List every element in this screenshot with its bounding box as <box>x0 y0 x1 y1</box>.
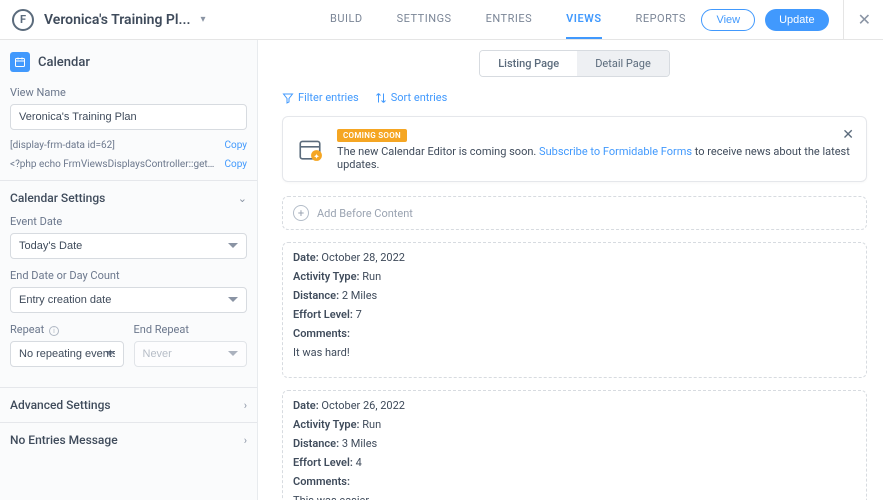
tab-reports[interactable]: REPORTS <box>636 0 686 39</box>
no-entries-title: No Entries Message <box>10 433 118 447</box>
add-before-content[interactable]: + Add Before Content <box>283 197 866 229</box>
calendar-alert-icon: ✦ <box>297 136 323 162</box>
end-repeat-label: End Repeat <box>134 323 248 336</box>
subscribe-link[interactable]: Subscribe to Formidable Forms <box>539 145 692 158</box>
sidebar-header: Calendar <box>10 52 247 72</box>
shortcode-2: <?php echo FrmViewsDisplaysController::g… <box>10 159 218 170</box>
sort-icon <box>375 92 387 104</box>
entry-card-0[interactable]: Date: October 28, 2022 Activity Type: Ru… <box>282 242 867 378</box>
close-icon[interactable]: ✕ <box>843 0 871 40</box>
update-button[interactable]: Update <box>765 9 828 31</box>
filter-entries-link[interactable]: Filter entries <box>282 91 359 104</box>
filter-icon <box>282 92 294 104</box>
alert-text: The new Calendar Editor is coming soon. … <box>337 145 852 171</box>
shortcode-row-2: <?php echo FrmViewsDisplaysController::g… <box>10 159 247 170</box>
view-name-input[interactable] <box>10 104 247 130</box>
coming-soon-alert: ✦ COMING SOON The new Calendar Editor is… <box>282 116 867 182</box>
topbar: F Veronica's Training Pl... ▾ BUILD SETT… <box>0 0 883 40</box>
nav-tabs: BUILD SETTINGS ENTRIES VIEWS REPORTS <box>330 0 686 39</box>
tab-settings[interactable]: SETTINGS <box>397 0 452 39</box>
before-content-block: + Add Before Content <box>282 196 867 230</box>
end-date-label: End Date or Day Count <box>10 269 247 282</box>
repeat-label: Repeat i <box>10 323 124 336</box>
copy-link-2[interactable]: Copy <box>224 159 247 170</box>
page-toggle: Listing Page Detail Page <box>479 50 670 77</box>
plus-icon: + <box>293 205 309 221</box>
chevron-down-icon[interactable]: ▾ <box>201 14 206 25</box>
coming-soon-badge: COMING SOON <box>337 129 407 142</box>
topbar-right: View Update ✕ <box>701 0 871 40</box>
action-bar: Filter entries Sort entries <box>282 91 867 104</box>
sidebar-title: Calendar <box>38 55 90 70</box>
tab-views[interactable]: VIEWS <box>566 0 601 39</box>
advanced-settings-title: Advanced Settings <box>10 398 111 412</box>
event-date-label: Event Date <box>10 215 247 228</box>
detail-page-btn[interactable]: Detail Page <box>577 51 669 76</box>
shortcode-row-1: [display-frm-data id=62] Copy <box>10 140 247 151</box>
calendar-settings-header[interactable]: Calendar Settings ⌄ <box>10 191 247 205</box>
svg-text:✦: ✦ <box>313 152 320 161</box>
calendar-icon <box>10 52 30 72</box>
no-entries-header[interactable]: No Entries Message › <box>10 433 247 447</box>
close-alert-icon[interactable]: ✕ <box>842 127 854 143</box>
advanced-settings-header[interactable]: Advanced Settings › <box>10 398 247 412</box>
main-content: Listing Page Detail Page Filter entries … <box>258 40 883 500</box>
chevron-down-icon: ⌄ <box>238 192 247 205</box>
tab-build[interactable]: BUILD <box>330 0 363 39</box>
listing-page-btn[interactable]: Listing Page <box>480 51 577 76</box>
shortcode-1: [display-frm-data id=62] <box>10 140 218 151</box>
topbar-left: F Veronica's Training Pl... ▾ <box>12 9 270 31</box>
view-name-label: View Name <box>10 86 247 99</box>
app-logo[interactable]: F <box>12 9 34 31</box>
calendar-settings-title: Calendar Settings <box>10 191 105 205</box>
tab-entries[interactable]: ENTRIES <box>486 0 533 39</box>
event-date-select[interactable]: Today's Date <box>10 233 247 259</box>
plan-title[interactable]: Veronica's Training Pl... <box>44 12 191 28</box>
chevron-right-icon: › <box>244 399 247 412</box>
info-icon[interactable]: i <box>49 326 59 336</box>
entry-card-1[interactable]: Date: October 26, 2022 Activity Type: Ru… <box>282 390 867 500</box>
repeat-select[interactable]: No repeating events <box>10 341 124 367</box>
chevron-right-icon: › <box>244 434 247 447</box>
view-button[interactable]: View <box>701 9 755 31</box>
sort-entries-link[interactable]: Sort entries <box>375 91 448 104</box>
end-date-select[interactable]: Entry creation date <box>10 287 247 313</box>
body: Calendar View Name [display-frm-data id=… <box>0 40 883 500</box>
copy-link-1[interactable]: Copy <box>224 140 247 151</box>
sidebar: Calendar View Name [display-frm-data id=… <box>0 40 258 500</box>
end-repeat-select[interactable]: Never <box>134 341 248 367</box>
